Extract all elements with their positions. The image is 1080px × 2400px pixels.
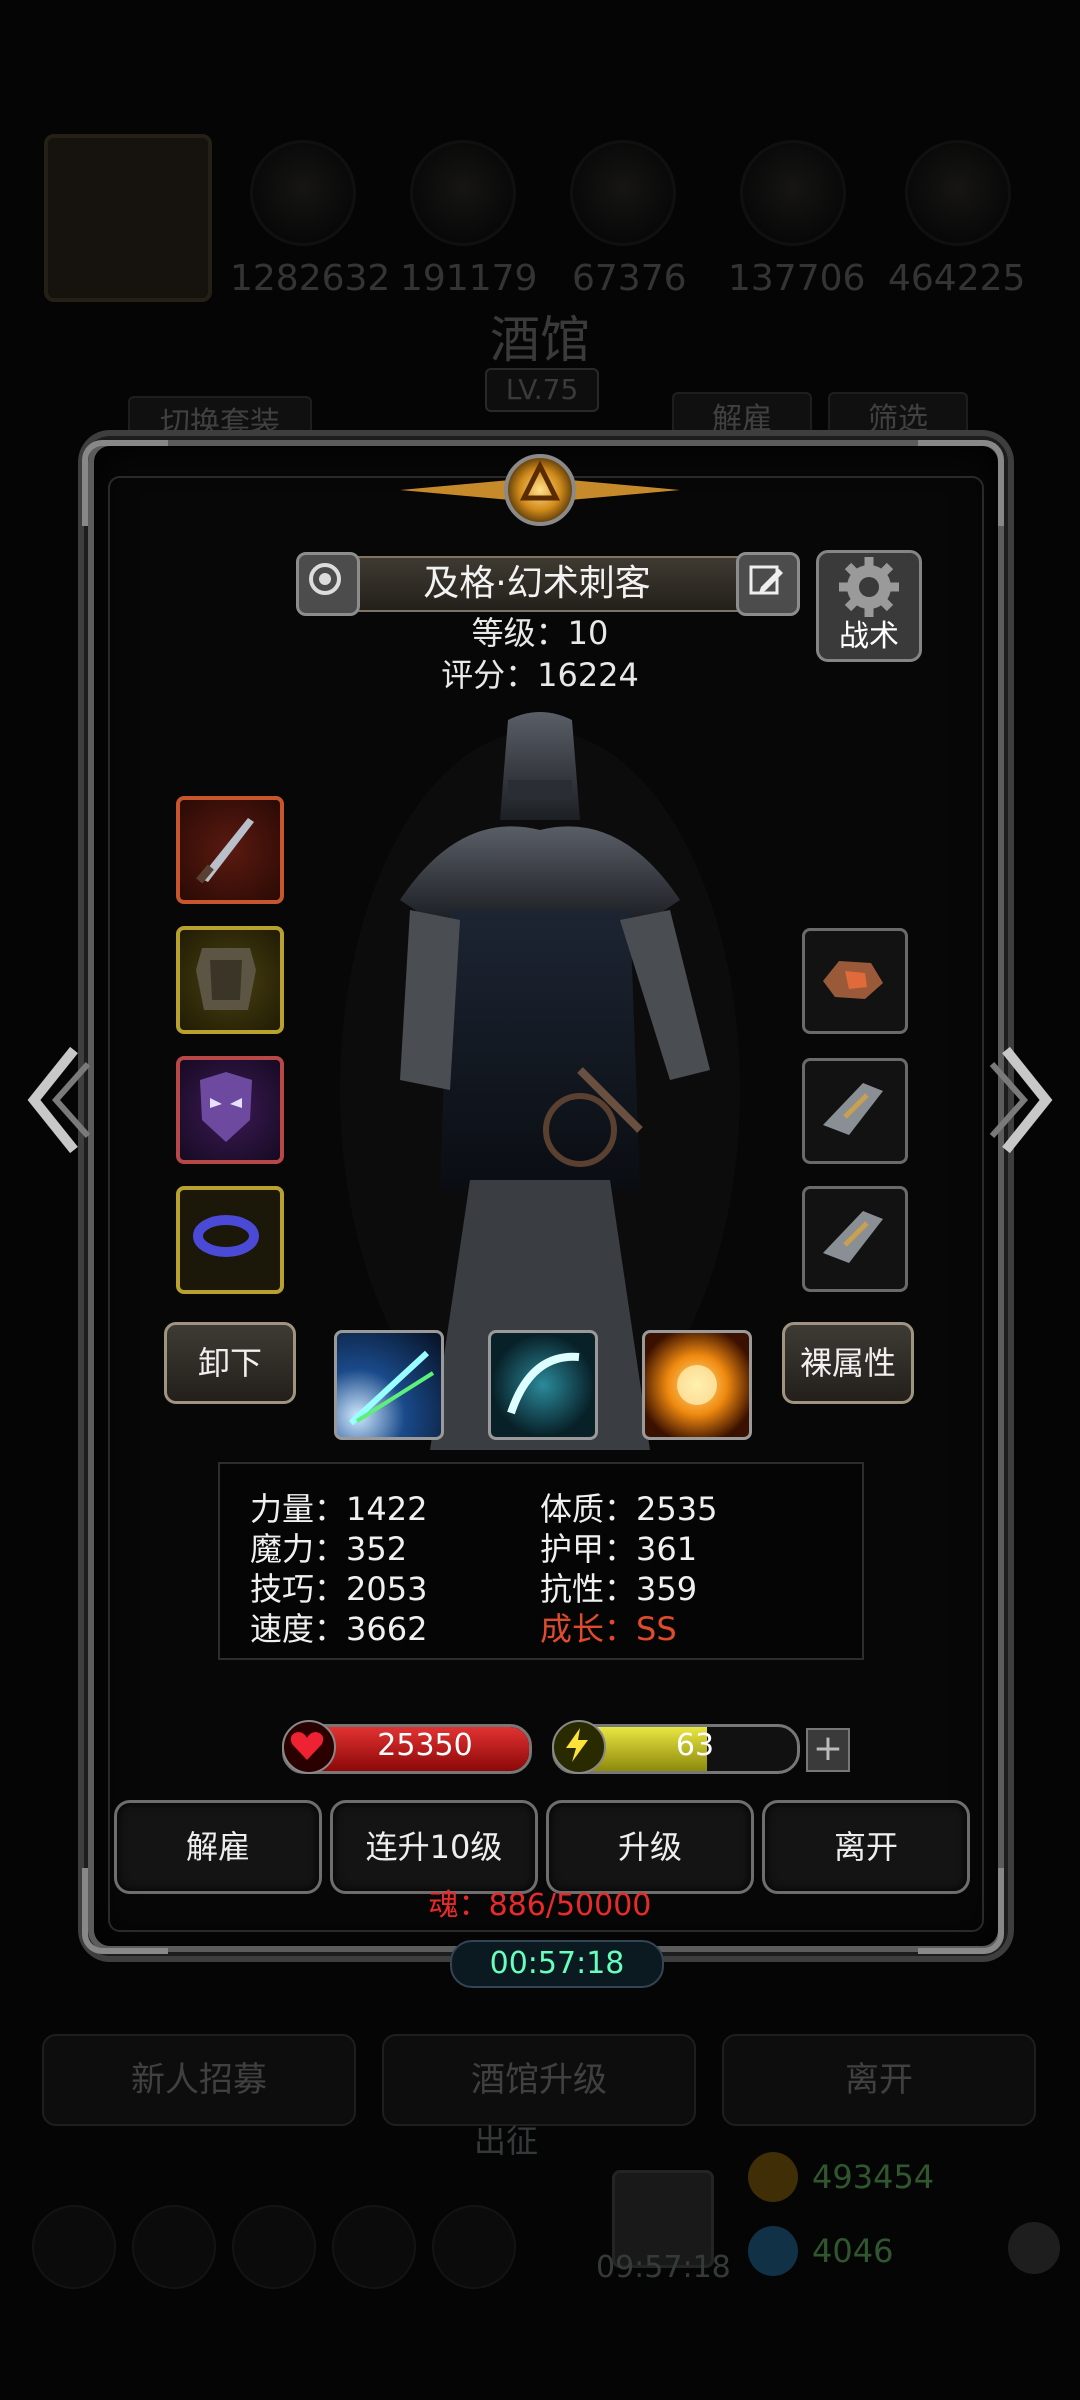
resource-count: 67376 bbox=[572, 258, 687, 299]
gauntlet-icon bbox=[823, 1211, 883, 1263]
recruit-button[interactable]: 新人招募 bbox=[42, 2034, 356, 2126]
pencil-icon bbox=[749, 565, 783, 595]
gold-amount: 493454 bbox=[812, 2158, 935, 2196]
leave-tavern-button[interactable]: 离开 bbox=[722, 2034, 1036, 2126]
stat-growth: 成长：SS bbox=[540, 1610, 677, 1648]
menu-icon[interactable] bbox=[332, 2205, 416, 2289]
wind-slash-skill-icon bbox=[507, 1352, 580, 1415]
bracelet-icon bbox=[193, 1215, 259, 1257]
hero-name: 及格·幻术刺客 bbox=[300, 556, 774, 612]
skill-slot[interactable] bbox=[488, 1330, 598, 1440]
hero-portrait-slot[interactable] bbox=[44, 134, 212, 302]
gem-amount: 4046 bbox=[812, 2232, 894, 2270]
previous-hero-arrow-icon[interactable] bbox=[14, 1040, 94, 1160]
accessory-slot[interactable] bbox=[176, 1186, 284, 1294]
ornament-corner bbox=[918, 440, 1004, 526]
material-slot[interactable] bbox=[802, 928, 908, 1034]
resource-count: 137706 bbox=[728, 258, 866, 299]
ore-icon bbox=[823, 961, 883, 999]
weapon-slot[interactable] bbox=[176, 796, 284, 904]
resource-slot[interactable] bbox=[250, 140, 356, 246]
gift-timer: 09:57:18 bbox=[596, 2250, 731, 2285]
armor-icon bbox=[196, 948, 256, 1010]
lightning-icon bbox=[552, 1720, 606, 1774]
resource-slot[interactable] bbox=[570, 140, 676, 246]
tavern-upgrade-button[interactable]: 酒馆升级 bbox=[382, 2034, 696, 2126]
stats-panel: 力量：1422 魔力：352 技巧：2053 速度：3662 体质：2535 护… bbox=[218, 1462, 864, 1660]
expedition-label[interactable]: 出征 bbox=[474, 2116, 538, 2162]
helmet-slot[interactable] bbox=[176, 1056, 284, 1164]
gauntlet-slot[interactable] bbox=[802, 1058, 908, 1164]
medal-icon[interactable] bbox=[296, 552, 360, 616]
resource-count: 191179 bbox=[400, 258, 538, 299]
add-currency-icon[interactable] bbox=[1008, 2222, 1060, 2274]
rename-button[interactable] bbox=[736, 552, 800, 616]
tavern-level: LV.75 bbox=[485, 368, 599, 412]
countdown-timer: 00:57:18 bbox=[450, 1940, 664, 1988]
hp-value: 25350 bbox=[377, 1728, 473, 1763]
skill-slot[interactable] bbox=[642, 1330, 752, 1440]
armor-slot[interactable] bbox=[176, 926, 284, 1034]
stat-speed: 速度：3662 bbox=[250, 1610, 428, 1648]
gold-coin-icon bbox=[748, 2152, 798, 2202]
tavern-title: 酒馆 bbox=[490, 311, 590, 369]
ornament-corner bbox=[82, 440, 168, 526]
add-energy-button[interactable]: + bbox=[806, 1728, 850, 1772]
menu-icon[interactable] bbox=[132, 2205, 216, 2289]
base-attributes-button[interactable]: 裸属性 bbox=[782, 1322, 914, 1404]
next-hero-arrow-icon[interactable] bbox=[986, 1040, 1066, 1160]
menu-icon[interactable] bbox=[432, 2205, 516, 2289]
resource-count: 1282632 bbox=[230, 258, 391, 299]
skill-slot[interactable] bbox=[334, 1330, 444, 1440]
light-beam-skill-icon bbox=[348, 1350, 435, 1426]
menu-icon[interactable] bbox=[232, 2205, 316, 2289]
gauntlet-icon bbox=[823, 1083, 883, 1135]
mask-icon bbox=[200, 1072, 252, 1142]
gem-icon bbox=[748, 2226, 798, 2276]
hero-score: 评分：16224 bbox=[441, 656, 639, 694]
hero-level: 等级：10 bbox=[471, 614, 609, 652]
dagger-icon bbox=[196, 818, 254, 884]
energy-value: 63 bbox=[675, 1728, 715, 1763]
resource-slot[interactable] bbox=[410, 140, 516, 246]
menu-icon[interactable] bbox=[32, 2205, 116, 2289]
gauntlet-slot[interactable] bbox=[802, 1186, 908, 1292]
unequip-button[interactable]: 卸下 bbox=[164, 1322, 296, 1404]
fire-blast-skill-icon bbox=[677, 1365, 717, 1405]
resource-count: 464225 bbox=[888, 258, 1026, 299]
resource-slot[interactable] bbox=[740, 140, 846, 246]
heart-icon bbox=[282, 1720, 336, 1774]
soul-counter: 魂：886/50000 bbox=[428, 1888, 652, 1923]
resource-slot[interactable] bbox=[905, 140, 1011, 246]
emblem-icon bbox=[400, 454, 680, 526]
